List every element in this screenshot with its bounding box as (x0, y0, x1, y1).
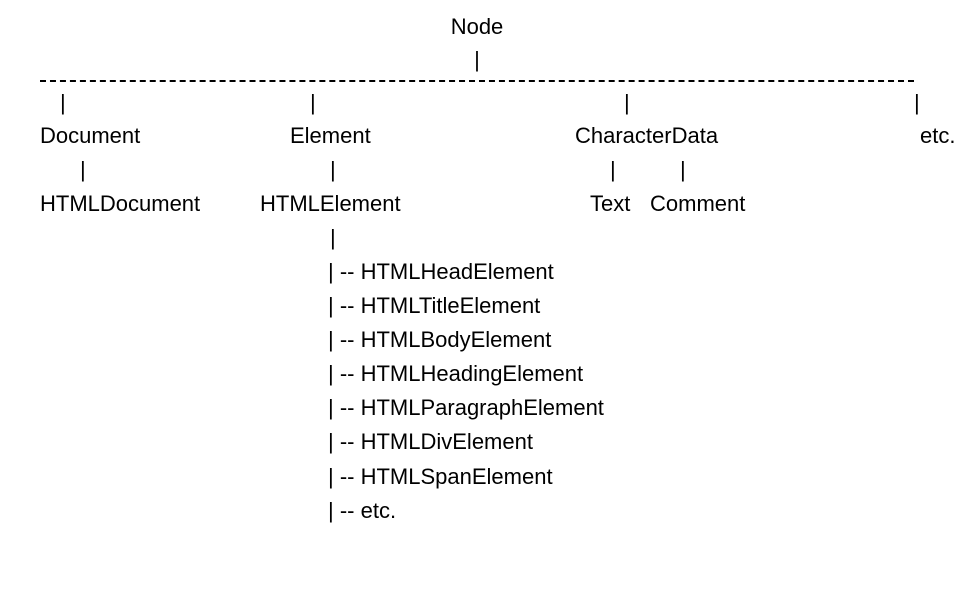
connector-pipe: | (610, 153, 616, 186)
connector-pipe: | (680, 153, 686, 186)
sublist-item: | -- etc. (328, 494, 934, 528)
level1-connectors: | | | | (20, 86, 934, 119)
sublist-item: | -- HTMLSpanElement (328, 460, 934, 494)
html-element-sublist: | -- HTMLHeadElement | -- HTMLTitleEleme… (328, 255, 934, 528)
node-htmldocument: HTMLDocument (40, 187, 200, 220)
node-document: Document (40, 119, 140, 152)
connector-pipe: | (624, 86, 630, 119)
sublist-connector: | (20, 221, 934, 255)
connector-pipe: | (330, 153, 336, 186)
sublist-item: | -- HTMLHeadElement (328, 255, 934, 289)
node-comment: Comment (650, 187, 745, 220)
connector-pipe: | (914, 86, 920, 119)
level1-row: Document Element CharacterData etc. (20, 119, 934, 153)
connector-pipe: | (60, 86, 66, 119)
sublist-item: | -- HTMLDivElement (328, 425, 934, 459)
node-characterdata: CharacterData (575, 119, 718, 152)
level2-row: HTMLDocument HTMLElement Text Comment (20, 187, 934, 221)
sublist-item: | -- HTMLParagraphElement (328, 391, 934, 425)
connector-pipe: | (80, 153, 86, 186)
node-htmlelement: HTMLElement (260, 187, 401, 220)
horizontal-divider (40, 80, 914, 82)
node-etc: etc. (920, 119, 954, 152)
root-node: Node (20, 10, 934, 43)
level2-connectors: | | | | (20, 153, 934, 187)
root-connector: | (20, 43, 934, 76)
node-text: Text (590, 187, 630, 220)
sublist-item: | -- HTMLHeadingElement (328, 357, 934, 391)
sublist-item: | -- HTMLTitleElement (328, 289, 934, 323)
node-element: Element (290, 119, 371, 152)
sublist-item: | -- HTMLBodyElement (328, 323, 934, 357)
connector-pipe: | (310, 86, 316, 119)
connector-pipe: | (330, 221, 336, 254)
